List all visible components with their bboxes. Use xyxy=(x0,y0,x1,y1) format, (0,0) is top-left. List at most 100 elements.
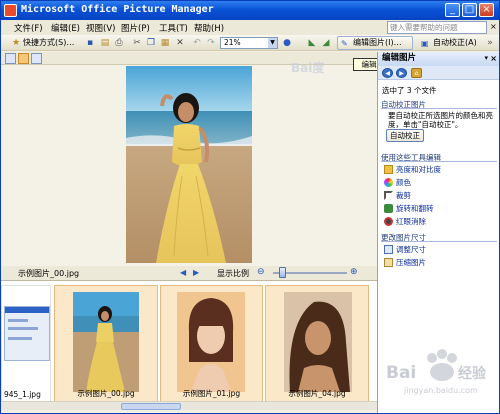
auto-correct-toolbar-label: 自动校正(A) xyxy=(433,38,477,47)
picture-manager-window: Microsoft Office Picture Manager _ □ × 文… xyxy=(0,0,500,414)
cut-icon[interactable]: ✂ xyxy=(132,38,142,48)
filmstrip: 945_1.jpg 示例图片_00.jpg 示例图片_01.jpg 示例图片_0… xyxy=(1,280,377,406)
home-icon[interactable]: ⌂ xyxy=(411,68,422,78)
help-search-input[interactable]: 键入需要帮助的问题 xyxy=(387,21,487,34)
shortcuts-button[interactable]: 快捷方式(S)… xyxy=(23,37,74,49)
thumbnail-partial-image xyxy=(4,306,50,361)
main-picture xyxy=(126,66,252,263)
copy-icon[interactable]: ❐ xyxy=(146,38,156,48)
next-picture-icon[interactable]: ▶ xyxy=(193,268,199,277)
help-close-icon[interactable]: × xyxy=(490,22,497,31)
thumbnail-01-label: 示例图片_01.jpg xyxy=(182,389,241,398)
print-icon[interactable]: ⎙ xyxy=(114,38,124,48)
auto-correct-divider xyxy=(381,108,497,109)
thumbnail-partial[interactable]: 945_1.jpg xyxy=(1,285,51,402)
resize-icon xyxy=(384,245,393,254)
filmstrip-view-icon[interactable] xyxy=(18,53,29,64)
zoom-in-icon[interactable]: ⊕ xyxy=(350,267,358,277)
rotate-flip-icon xyxy=(384,204,393,213)
menu-tools[interactable]: 工具(T) xyxy=(159,22,188,34)
resize-link[interactable]: 调整尺寸 xyxy=(396,244,426,255)
auto-correct-button[interactable]: 自动校正 xyxy=(386,129,424,142)
thumbnail-00-label: 示例图片_00.jpg xyxy=(77,389,135,398)
standard-toolbar: ★ 快捷方式(S)… ▪ ▤ ⎙ ✂ ❐ ▦ ✕ ↶ ↷ 21% ▼ ● ◣ ◢… xyxy=(1,35,499,51)
edit-pictures-label: 编辑图片(I)… xyxy=(353,38,402,47)
save-icon[interactable]: ▪ xyxy=(85,38,95,48)
svg-text:jingyan.baidu.com: jingyan.baidu.com xyxy=(403,386,478,395)
window-title: Microsoft Office Picture Manager xyxy=(21,4,214,15)
selection-count: 选中了 3 个文件 xyxy=(382,86,437,95)
crop-link[interactable]: 裁剪 xyxy=(396,190,411,201)
color-icon xyxy=(384,178,393,187)
zoom-value: 21% xyxy=(224,38,241,47)
menu-bar: 文件(F) 编辑(E) 视图(V) 图片(P) 工具(T) 帮助(H) 键入需要… xyxy=(1,20,499,35)
undo-icon[interactable]: ↶ xyxy=(192,38,202,48)
zoom-slider-thumb[interactable] xyxy=(279,267,286,278)
filmstrip-scrollbar[interactable] xyxy=(1,401,377,410)
redo-icon[interactable]: ↷ xyxy=(206,38,216,48)
task-pane-title: 编辑图片 xyxy=(382,53,417,63)
forward-icon[interactable]: ▶ xyxy=(396,68,407,78)
rotate-flip-link[interactable]: 旋转和翻转 xyxy=(396,203,434,214)
edit-pictures-button[interactable]: ✎ 编辑图片(I)… xyxy=(337,36,413,50)
red-eye-removal-link[interactable]: 红眼消除 xyxy=(396,216,426,227)
compress-pictures-icon xyxy=(384,258,393,267)
menu-file[interactable]: 文件(F) xyxy=(14,22,43,34)
auto-correct-icon: ▣ xyxy=(421,39,429,48)
help-icon[interactable]: ● xyxy=(282,38,292,48)
zoom-select[interactable]: 21% ▼ xyxy=(220,37,278,49)
watermark-logo: Bai度 xyxy=(291,61,325,75)
toolbar-options-icon[interactable]: » xyxy=(485,38,495,48)
thumbnail-04-image xyxy=(284,292,352,392)
svg-text:Bai: Bai xyxy=(386,363,416,383)
rotate-right-icon[interactable]: ◢ xyxy=(321,38,331,48)
shortcuts-icon: ★ xyxy=(11,38,21,48)
picture-manager-app-icon xyxy=(4,4,17,17)
resize-divider xyxy=(381,241,497,242)
delete-icon[interactable]: ✕ xyxy=(175,38,185,48)
previous-picture-icon[interactable]: ◀ xyxy=(180,268,186,277)
crop-icon xyxy=(384,191,393,200)
menu-help[interactable]: 帮助(H) xyxy=(194,22,224,34)
menu-picture[interactable]: 图片(P) xyxy=(121,22,150,34)
red-eye-icon xyxy=(384,217,393,226)
brightness-contrast-link[interactable]: 亮度和对比度 xyxy=(396,164,441,175)
zoom-label: 显示比例 xyxy=(217,269,249,278)
back-icon[interactable]: ◀ xyxy=(382,68,393,78)
maximize-button[interactable]: □ xyxy=(462,3,477,17)
picture-viewer[interactable]: Bai度 xyxy=(1,61,377,266)
current-filename: 示例图片_00.jpg xyxy=(18,269,80,278)
auto-correct-toolbar-button[interactable]: ▣ 自动校正(A) xyxy=(417,36,481,50)
viewer-status-bar: 示例图片_00.jpg ◀ ▶ 显示比例 ⊖ ⊕ xyxy=(1,266,377,280)
thumbnail-partial-label: 945_1.jpg xyxy=(4,390,41,399)
filmstrip-scrollbar-thumb[interactable] xyxy=(121,403,181,410)
color-link[interactable]: 颜色 xyxy=(396,177,411,188)
thumbnail-04[interactable]: 示例图片_04.jpg xyxy=(265,285,369,402)
rotate-left-icon[interactable]: ◣ xyxy=(307,38,317,48)
close-button[interactable]: × xyxy=(479,3,494,17)
brightness-contrast-icon xyxy=(384,165,393,174)
single-picture-view-icon[interactable] xyxy=(31,53,42,64)
thumbnail-00[interactable]: 示例图片_00.jpg xyxy=(54,285,158,402)
task-pane-dropdown-icon[interactable]: ▾ xyxy=(484,52,488,65)
baidu-paw-logo: Bai 经验 jingyan.baidu.com xyxy=(386,349,487,395)
baidu-watermark: Bai 经验 jingyan.baidu.com xyxy=(384,336,494,396)
thumbnail-04-label: 示例图片_04.jpg xyxy=(288,389,346,398)
zoom-out-icon[interactable]: ⊖ xyxy=(257,267,265,277)
compress-pictures-link[interactable]: 压缩图片 xyxy=(396,257,426,268)
paste-icon[interactable]: ▦ xyxy=(160,38,170,48)
thumbnail-view-icon[interactable] xyxy=(5,53,16,64)
chevron-down-icon: ▼ xyxy=(268,38,277,48)
tools-divider xyxy=(381,161,497,162)
edit-pictures-icon: ✎ xyxy=(341,39,348,48)
task-pane-header: 编辑图片 ▾ × xyxy=(378,52,499,66)
menu-edit[interactable]: 编辑(E) xyxy=(51,22,80,34)
open-icon[interactable]: ▤ xyxy=(100,38,110,48)
main-picture-image xyxy=(126,66,252,263)
title-bar[interactable]: Microsoft Office Picture Manager _ □ × xyxy=(1,1,499,20)
minimize-button[interactable]: _ xyxy=(445,3,460,17)
svg-text:经验: 经验 xyxy=(458,365,487,382)
thumbnail-01[interactable]: 示例图片_01.jpg xyxy=(160,285,263,402)
task-pane-close-icon[interactable]: × xyxy=(490,52,497,65)
menu-view[interactable]: 视图(V) xyxy=(86,22,115,34)
